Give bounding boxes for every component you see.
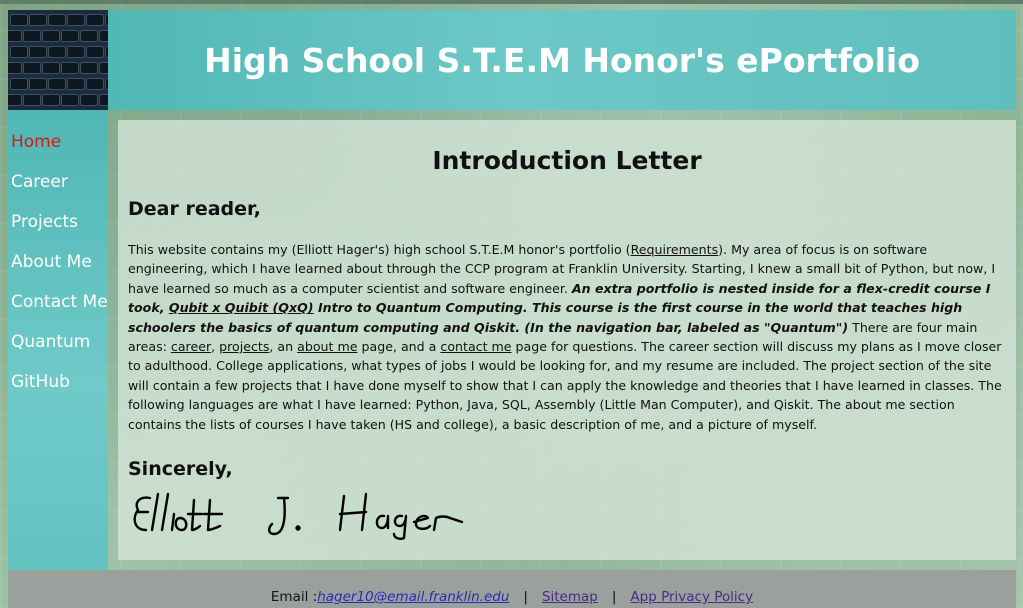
nav-item-about-me[interactable]: About Me [8,242,108,282]
keyboard-key-icon [80,94,98,106]
keyboard-key-icon [61,62,79,74]
body-text: This website contains my (Elliott Hager'… [128,242,631,257]
nav-item-contact-me[interactable]: Contact Me [8,282,108,322]
greeting: Dear reader, [128,198,261,220]
keyboard-key-icon [8,62,22,74]
keyboard-key-icon [10,14,28,26]
site-title: High School S.T.E.M Honor's ePortfolio [204,40,920,80]
keyboard-key-icon [48,46,66,58]
keyboard-key-icon [8,94,22,106]
nav-item-career[interactable]: Career [8,162,108,202]
body-text: , [211,339,220,355]
keyboard-key-icon [42,30,60,42]
keyboard-key-icon [42,62,60,74]
keyboard-key-icon [80,30,98,42]
keyboard-key-icon [10,78,28,90]
page-heading: Introduction Letter [432,146,702,175]
site-footer: Email : hager10@email.franklin.edu | Sit… [8,570,1016,608]
keyboard-key-icon [61,30,79,42]
keyboard-key-icon [8,30,22,42]
keyboard-key-icon [10,46,28,58]
body-text: page, and a [357,339,441,355]
nav-item-quantum[interactable]: Quantum [8,322,108,362]
nav-item-github[interactable]: GitHub [8,362,108,402]
keyboard-key-icon [99,30,108,42]
top-border [0,0,1023,4]
keyboard-key-icon [42,94,60,106]
about-me-link[interactable]: about me [297,339,357,354]
main-content: Introduction Letter Dear reader, This we… [118,120,1016,560]
keyboard-key-icon [29,78,47,90]
keyboard-key-icon [23,62,41,74]
nav-item-home[interactable]: Home [8,122,108,162]
keyboard-key-icon [99,94,108,106]
keyboard-key-icon [61,94,79,106]
nav-item-projects[interactable]: Projects [8,202,108,242]
career-link[interactable]: career [171,339,211,354]
sitemap-link[interactable]: Sitemap [542,589,598,605]
keyboard-key-icon [80,62,98,74]
contact-me-link[interactable]: contact me [440,339,511,354]
body-text: , an [269,339,298,355]
keyboard-key-icon [67,46,85,58]
email-link[interactable]: hager10@email.franklin.edu [317,589,509,605]
keyboard-key-icon [99,62,108,74]
privacy-policy-link[interactable]: App Privacy Policy [630,589,753,605]
footer-separator: | [523,589,528,605]
closing: Sincerely, [128,458,233,481]
requirements-link[interactable]: Requirements [631,242,719,257]
signature-image [133,492,464,540]
sidebar-nav: Home Career Projects About Me Contact Me… [8,110,108,570]
keyboard-logo-icon [8,10,108,110]
keyboard-key-icon [48,78,66,90]
footer-separator: | [611,589,617,605]
site-header: High School S.T.E.M Honor's ePortfolio [8,10,1016,110]
keyboard-key-icon [86,78,104,90]
keyboard-key-icon [23,94,41,106]
keyboard-key-icon [86,46,104,58]
keyboard-key-icon [29,46,47,58]
letter-body: This website contains my (Elliott Hager'… [128,240,1006,434]
keyboard-key-icon [67,14,85,26]
keyboard-key-icon [23,30,41,42]
email-label: Email : [270,589,318,605]
keyboard-key-icon [48,14,66,26]
qxq-link[interactable]: Qubit x Quibit (QxQ) [169,300,314,315]
keyboard-key-icon [67,78,85,90]
projects-link[interactable]: projects [219,339,269,354]
keyboard-key-icon [86,14,104,26]
keyboard-key-icon [29,14,47,26]
